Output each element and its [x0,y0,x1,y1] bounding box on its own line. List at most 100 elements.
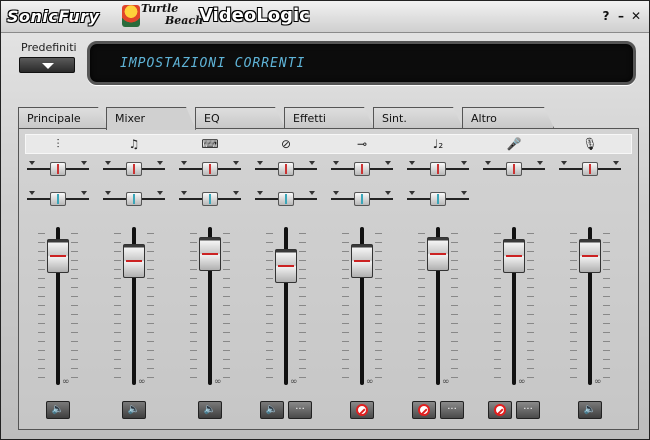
microphone-icon: 🎤 [506,137,522,151]
speaker-icon: 🔈 [203,404,217,415]
speaker-icon: 🔈 [51,404,65,415]
channel-1-balance-slider-knob[interactable] [50,192,66,206]
tab-strip: Principale Mixer EQ Effetti Sint. Altro [18,107,638,129]
channel-2-fader-knob[interactable] [123,244,145,278]
channel-1-balance-slider-left-marker [29,191,35,195]
channel-1-balance-slider[interactable] [27,191,89,207]
channel-2-pan-slider-left-marker [105,161,111,165]
channel-4-balance-slider[interactable] [255,191,317,207]
channel-2-mute-button[interactable]: 🔈 [122,401,146,419]
channel-5-pan-slider-right-marker [385,161,391,165]
channel-1-fader-knob[interactable] [47,239,69,273]
channel-5-fader-knob[interactable] [351,244,373,278]
channel-4-balance-slider-knob[interactable] [278,192,294,206]
channel-5-balance-slider-knob[interactable] [354,192,370,206]
channel-8-pan-slider-knob[interactable] [582,162,598,176]
channel-5-pan-slider-knob[interactable] [354,162,370,176]
channel-1-balance-slider-right-marker [81,191,87,195]
tab-altro[interactable]: Altro [462,107,554,128]
channel-7-pan-slider-right-marker [537,161,543,165]
channel-2-balance-slider-knob[interactable] [126,192,142,206]
more-icon: ··· [447,404,457,415]
channel-4-pan-slider-knob[interactable] [278,162,294,176]
help-button[interactable]: ? [599,9,613,23]
channel-6-pan-slider[interactable] [407,161,469,177]
channel-2-volume-fader[interactable]: ∞ [114,227,154,389]
channel-7-volume-fader[interactable]: ∞ [494,227,534,389]
channel-3-fader-knob[interactable] [199,237,221,271]
muted-icon [356,404,368,416]
channel-1-pan-slider[interactable] [27,161,89,177]
channel-7-options-button[interactable]: ··· [516,401,540,419]
tab-effetti[interactable]: Effetti [284,107,374,128]
channel-3-pan-slider-knob[interactable] [202,162,218,176]
channel-7-mute-button[interactable] [488,401,512,419]
channel-4-fader-knob[interactable] [275,249,297,283]
channel-1-pan-slider-right-marker [81,161,87,165]
channel-6-mute-button[interactable] [412,401,436,419]
music-note-icon: ♫ [128,137,140,151]
channel-2-pan-slider-knob[interactable] [126,162,142,176]
presets-dropdown-button[interactable] [19,57,75,73]
master-icon: ⫶ [56,137,60,151]
channel-3-pan-slider[interactable] [179,161,241,177]
channel-5-pan-slider[interactable] [331,161,393,177]
minimize-button[interactable]: – [614,9,628,23]
channel-6-options-button[interactable]: ··· [440,401,464,419]
channel-6-balance-slider-right-marker [461,191,467,195]
channel-6-balance-slider[interactable] [407,191,469,207]
channel-1-pan-slider-knob[interactable] [50,162,66,176]
channel-8-volume-fader[interactable]: ∞ [570,227,610,389]
channel-4-options-button[interactable]: ··· [288,401,312,419]
channel-4-infinity-label: ∞ [290,377,298,387]
channel-3-volume-fader[interactable]: ∞ [190,227,230,389]
channel-3-pan-slider-left-marker [181,161,187,165]
channel-5-volume-fader[interactable]: ∞ [342,227,382,389]
channel-8-fader-knob[interactable] [579,239,601,273]
channel-2-balance-slider-right-marker [157,191,163,195]
tab-principale[interactable]: Principale [18,107,108,128]
channel-6-pan-slider-right-marker [461,161,467,165]
channel-7-fader-knob[interactable] [503,239,525,273]
tab-eq[interactable]: EQ [195,107,285,128]
title-bar[interactable]: SonicFury Turtle Beach VideoLogic ? – ✕ [1,1,649,33]
channel-6-volume-fader[interactable]: ∞ [418,227,458,389]
channel-4-volume-fader[interactable]: ∞ [266,227,306,389]
tab-sint[interactable]: Sint. [373,107,463,128]
tab-mixer[interactable]: Mixer [106,107,196,130]
channel-5-mute-button[interactable] [350,401,374,419]
channel-3-balance-slider-knob[interactable] [202,192,218,206]
more-icon: ··· [523,404,533,415]
channel-6-pan-slider-knob[interactable] [430,162,446,176]
channel-4-mute-button[interactable]: 🔈 [260,401,284,419]
channel-3-balance-slider-left-marker [181,191,187,195]
speaker-icon: 🔈 [265,404,279,415]
presets-label: Predefiniti [21,41,77,54]
chevron-down-icon [42,63,54,69]
channel-6-infinity-label: ∞ [442,377,450,387]
close-button[interactable]: ✕ [629,9,643,23]
channel-8-mute-button[interactable]: 🔈 [578,401,602,419]
channel-4-balance-slider-right-marker [309,191,315,195]
line-in-icon: ⊸ [356,137,368,151]
channel-3-mute-button[interactable]: 🔈 [198,401,222,419]
channel-4-pan-slider[interactable] [255,161,317,177]
channel-6-balance-slider-knob[interactable] [430,192,446,206]
cd-icon: ⊘ [280,137,292,151]
channel-5-balance-slider[interactable] [331,191,393,207]
channel-2-pan-slider[interactable] [103,161,165,177]
channel-8-infinity-label: ∞ [594,377,602,387]
channel-7-pan-slider-knob[interactable] [506,162,522,176]
channel-8-pan-slider-left-marker [561,161,567,165]
channel-1-volume-fader[interactable]: ∞ [38,227,78,389]
turtle-beach-logo-top: Turtle [141,2,179,15]
channel-1-pan-slider-left-marker [29,161,35,165]
channel-6-fader-knob[interactable] [427,237,449,271]
channel-7-infinity-label: ∞ [518,377,526,387]
channel-7-pan-slider[interactable] [483,161,545,177]
channel-3-balance-slider[interactable] [179,191,241,207]
channel-7-pan-slider-left-marker [485,161,491,165]
channel-1-mute-button[interactable]: 🔈 [46,401,70,419]
channel-2-balance-slider[interactable] [103,191,165,207]
channel-8-pan-slider[interactable] [559,161,621,177]
